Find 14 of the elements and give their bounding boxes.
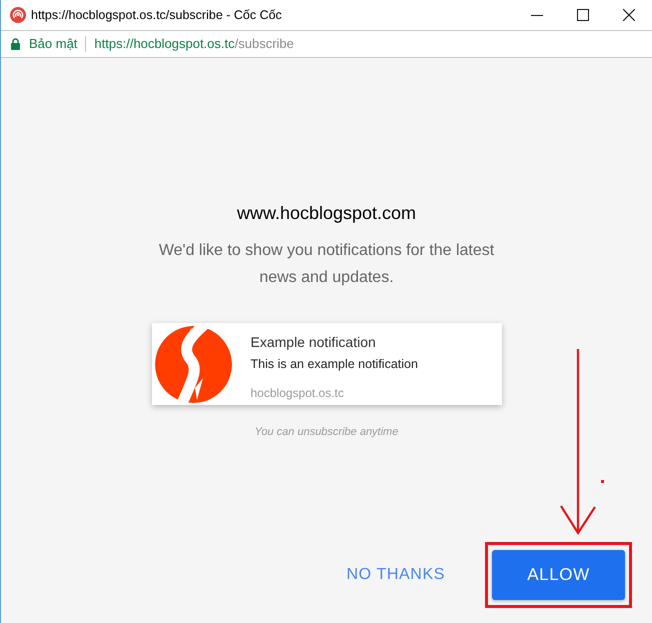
permission-message: We'd like to show you notifications for the latest news and updates. (158, 241, 496, 288)
notification-title: Example notification (250, 333, 377, 351)
url-path[interactable]: /subscribe (234, 34, 294, 54)
unsubscribe-note: You can unsubscribe anytime (254, 425, 398, 439)
lock-icon (11, 38, 20, 50)
security-label: Bảo mật (29, 35, 78, 54)
notification-body: This is an example notification (250, 356, 418, 372)
site-name: www.hocblogspot.com (236, 202, 416, 225)
allow-button[interactable]: ALLOW (492, 550, 625, 600)
no-thanks-button[interactable]: NO THANKS (334, 551, 457, 599)
window-title: https://hocblogspot.os.tc/subscribe - Cốc Cốc (31, 6, 282, 24)
url-host[interactable]: https://hocblogspot.os.tc (94, 34, 235, 54)
browser-logo-icon (10, 7, 26, 23)
notification-source: hocblogspot.os.tc (250, 386, 345, 401)
